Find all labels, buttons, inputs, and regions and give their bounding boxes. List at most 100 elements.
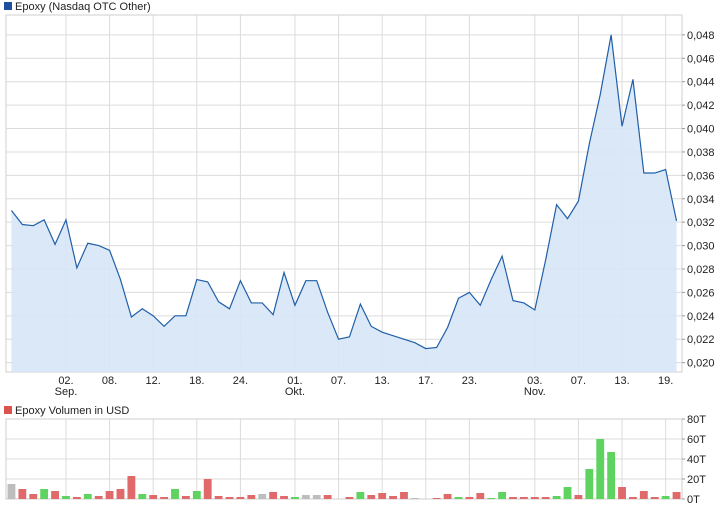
volume-bar (291, 497, 299, 499)
volume-bar (454, 497, 463, 499)
chart-canvas: Epoxy (Nasdaq OTC Other) 0,020 0,022 0,024… (4, 1, 715, 506)
volume-bar (323, 495, 332, 499)
volume-bar (596, 439, 605, 499)
volume-bar (541, 497, 550, 499)
volume-bar (247, 495, 256, 499)
volume-bar (105, 491, 114, 499)
volume-bar (62, 496, 70, 499)
x-tick-label: 18. (189, 375, 204, 387)
volume-bars (7, 439, 681, 499)
volume-bar (18, 489, 27, 499)
volume-bar (7, 484, 16, 499)
volume-y-tick-label: 60T (687, 434, 706, 446)
x-tick-label: 07. (571, 375, 586, 387)
volume-bar (258, 494, 267, 499)
volume-bar (171, 489, 179, 499)
volume-bar (94, 496, 103, 499)
volume-bar (618, 487, 626, 499)
volume-bar (51, 491, 59, 499)
volume-gridlines (6, 418, 682, 500)
x-tick-label: 23. (462, 375, 477, 387)
volume-y-tick-label: 0T (687, 494, 700, 506)
volume-bar (400, 492, 408, 499)
price-y-axis: 0,020 0,022 0,024 0,026 0,028 0,030 0,032 0,034… (682, 30, 715, 370)
volume-bar (236, 497, 245, 499)
volume-bar (367, 495, 376, 499)
volume-bar (269, 492, 278, 499)
volume-legend-swatch (4, 406, 12, 414)
price-y-tick-label: 0,034 (687, 194, 715, 206)
volume-bar (301, 495, 310, 499)
price-y-tick-label: 0,028 (687, 264, 715, 276)
volume-bar (160, 497, 169, 499)
volume-y-axis: 0T 20T 40T 60T 80T (682, 414, 706, 506)
price-y-tick-label: 0,024 (687, 311, 715, 323)
volume-bar (432, 498, 441, 499)
price-y-tick-label: 0,020 (687, 358, 715, 370)
x-tick-label: 08. (102, 375, 117, 387)
volume-bar (378, 493, 387, 499)
volume-bar (214, 496, 223, 499)
price-y-tick-label: 0,038 (687, 147, 715, 159)
volume-bar (443, 494, 452, 499)
volume-bar (72, 497, 81, 499)
volume-bar (574, 495, 583, 499)
volume-bar (203, 479, 212, 499)
volume-bar (181, 496, 190, 499)
volume-legend-label: Epoxy Volumen in USD (15, 405, 129, 417)
volume-bar (116, 489, 125, 499)
price-y-tick-label: 0,046 (687, 53, 715, 65)
volume-bar (563, 487, 572, 499)
volume-bar (487, 498, 496, 499)
volume-bar (127, 476, 136, 499)
price-y-tick-label: 0,042 (687, 100, 715, 112)
volume-bar (530, 497, 539, 499)
price-y-tick-label: 0,032 (687, 217, 715, 229)
volume-bar (225, 497, 234, 499)
volume-panel: Epoxy Volumen in USD 0T 20T 40T 60T 80T (4, 405, 706, 506)
volume-bar (40, 489, 49, 499)
volume-y-tick-label: 20T (687, 474, 706, 486)
volume-bar (650, 497, 659, 499)
price-y-tick-label: 0,022 (687, 334, 715, 346)
volume-bar (192, 491, 201, 499)
volume-bar (29, 494, 38, 499)
volume-bar (345, 497, 354, 499)
volume-bar (465, 497, 474, 499)
x-tick-month-label: Sep. (55, 386, 78, 398)
volume-bar (661, 496, 670, 499)
volume-bar (280, 496, 288, 499)
volume-bar (356, 492, 365, 499)
price-legend-swatch (4, 2, 12, 10)
price-panel: Epoxy (Nasdaq OTC Other) 0,020 0,022 0,024… (4, 1, 715, 398)
x-tick-month-label: Okt. (285, 386, 305, 398)
volume-y-tick-label: 80T (687, 414, 706, 426)
volume-bar (519, 497, 528, 499)
x-tick-month-label: Nov. (524, 386, 546, 398)
price-y-tick-label: 0,030 (687, 241, 715, 253)
volume-bar (629, 497, 637, 499)
x-tick-label: 12. (146, 375, 161, 387)
x-tick-label: 19. (658, 375, 673, 387)
volume-bar (410, 498, 419, 499)
price-legend-label: Epoxy (Nasdaq OTC Other) (15, 1, 151, 13)
volume-bar (639, 491, 648, 499)
volume-bar (83, 494, 92, 499)
x-tick-label: 13. (375, 375, 390, 387)
volume-y-tick-label: 40T (687, 454, 706, 466)
x-tick-label: 17. (418, 375, 433, 387)
price-x-axis: 02.Sep.08. 12. 18. 24. 01.Okt.07. 13. 17. 23. 03… (55, 375, 674, 398)
volume-bar (149, 495, 158, 499)
x-tick-label: 07. (331, 375, 346, 387)
x-tick-label: 24. (233, 375, 248, 387)
volume-bar (509, 497, 517, 499)
volume-bar (607, 452, 616, 499)
volume-bar (476, 493, 485, 499)
price-y-tick-label: 0,044 (687, 77, 715, 89)
price-y-tick-label: 0,036 (687, 170, 715, 182)
x-tick-label: 13. (614, 375, 629, 387)
price-y-tick-label: 0,048 (687, 30, 715, 42)
volume-bar (138, 494, 147, 499)
price-y-tick-label: 0,040 (687, 124, 715, 136)
volume-bar (552, 496, 561, 499)
